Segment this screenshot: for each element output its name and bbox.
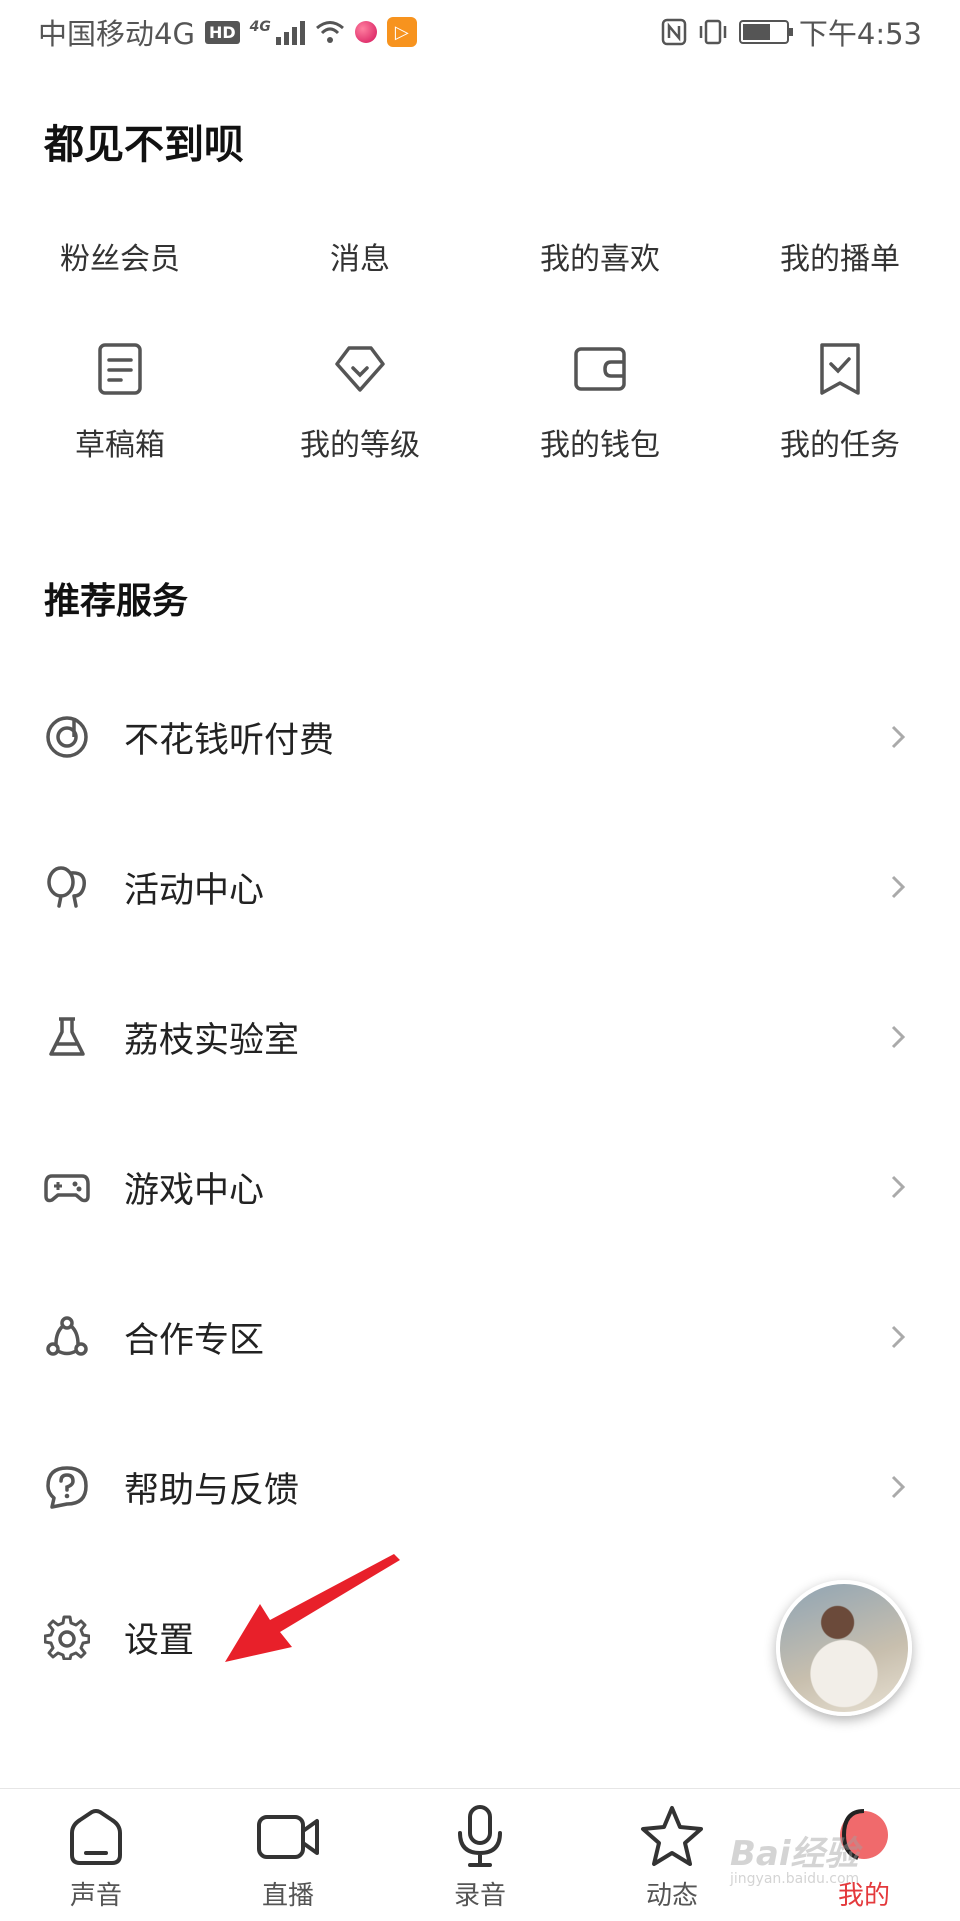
menu-item-free-listen[interactable]: 不花钱听付费 xyxy=(0,662,960,812)
tab-label: 声音 xyxy=(69,1881,122,1911)
menu-item-label: 游戏中心 xyxy=(124,1170,265,1211)
annotation-arrow-icon xyxy=(225,1554,400,1662)
balloon-icon xyxy=(47,866,86,908)
tab-label: 录音 xyxy=(453,1881,506,1911)
app-notification-icon xyxy=(354,21,377,43)
chevron-right-icon xyxy=(891,1025,906,1049)
icon-link-label: 我的等级 xyxy=(300,428,420,463)
level-icon xyxy=(335,346,385,392)
icon-link-label: 我的任务 xyxy=(780,428,900,463)
wallet-icon xyxy=(574,347,626,391)
menu-item-label: 合作专区 xyxy=(124,1320,265,1361)
network-type: 4G xyxy=(249,19,271,35)
gear-icon xyxy=(44,1615,90,1660)
draft-box-icon xyxy=(98,343,142,395)
section-title: 推荐服务 xyxy=(44,581,189,622)
wifi-icon xyxy=(315,21,344,43)
service-menu: 不花钱听付费 活动中心 荔枝实验室 游戏中心 合作专区 帮助与反馈 设置 xyxy=(0,662,960,1712)
icon-link-drafts[interactable]: 草稿箱 xyxy=(0,340,240,480)
nfc-icon xyxy=(661,18,687,46)
profile-name[interactable]: 都见不到呗 xyxy=(44,112,244,170)
menu-item-label: 帮助与反馈 xyxy=(124,1470,300,1511)
star-icon xyxy=(641,1806,703,1866)
watermark-text: Bai经验 xyxy=(730,1834,859,1874)
video-camera-icon xyxy=(257,1815,319,1859)
menu-item-activity-center[interactable]: 活动中心 xyxy=(0,812,960,962)
icon-link-wallet[interactable]: 我的钱包 xyxy=(480,340,720,480)
chevron-right-icon xyxy=(891,875,906,899)
video-app-icon: ▷ xyxy=(386,17,417,47)
quick-links: 粉丝会员 消息 我的喜欢 我的播单 xyxy=(0,230,960,290)
tab-record[interactable]: 录音 xyxy=(384,1789,576,1921)
vibrate-icon xyxy=(699,19,727,45)
hd-badge: HD xyxy=(204,20,240,44)
menu-item-game-center[interactable]: 游戏中心 xyxy=(0,1112,960,1262)
quick-link-my-playlists[interactable]: 我的播单 xyxy=(720,230,960,290)
tab-label: 直播 xyxy=(261,1881,314,1911)
watermark: Bai经验 jingyan.baidu.com xyxy=(730,1826,859,1887)
free-listen-icon xyxy=(46,716,88,758)
quick-link-my-likes[interactable]: 我的喜欢 xyxy=(480,230,720,290)
tab-label: 动态 xyxy=(645,1881,698,1911)
menu-item-label: 设置 xyxy=(124,1620,195,1661)
tab-sound[interactable]: 声音 xyxy=(0,1789,192,1921)
gamepad-icon xyxy=(44,1174,90,1203)
menu-item-cooperation[interactable]: 合作专区 xyxy=(0,1262,960,1412)
menu-item-label: 不花钱听付费 xyxy=(124,720,335,761)
microphone-icon xyxy=(458,1805,502,1867)
menu-item-label: 荔枝实验室 xyxy=(124,1020,300,1061)
battery-icon xyxy=(738,20,793,44)
signal-icon: 4G xyxy=(250,19,305,45)
chevron-right-icon xyxy=(891,1175,906,1199)
status-bar-right: 下午4:53 xyxy=(661,11,922,53)
icon-links: 草稿箱 我的等级 我的钱包 我的任务 xyxy=(0,340,960,480)
cooperation-icon xyxy=(46,1316,88,1356)
status-bar-left: 中国移动4G HD 4G ▷ xyxy=(38,11,417,53)
task-icon xyxy=(820,343,860,395)
menu-item-lab[interactable]: 荔枝实验室 xyxy=(0,962,960,1112)
quick-link-fan-membership[interactable]: 粉丝会员 xyxy=(0,230,240,290)
icon-link-label: 草稿箱 xyxy=(75,428,165,463)
menu-item-help-feedback[interactable]: 帮助与反馈 xyxy=(0,1412,960,1562)
status-bar: 中国移动4G HD 4G ▷ 下午4:53 xyxy=(0,0,960,64)
flask-icon xyxy=(49,1017,85,1056)
chevron-right-icon xyxy=(891,725,906,749)
watermark-sub: jingyan.baidu.com xyxy=(730,1871,860,1887)
help-icon xyxy=(46,1466,88,1509)
carrier-label: 中国移动4G xyxy=(38,17,195,51)
chevron-right-icon xyxy=(891,1475,906,1499)
icon-link-tasks[interactable]: 我的任务 xyxy=(720,340,960,480)
icon-link-label: 我的钱包 xyxy=(540,428,660,463)
floating-player-avatar[interactable] xyxy=(776,1580,912,1716)
clock: 下午4:53 xyxy=(798,17,922,51)
home-icon xyxy=(70,1809,122,1865)
chevron-right-icon xyxy=(891,1325,906,1349)
tab-live[interactable]: 直播 xyxy=(192,1789,384,1921)
menu-item-label: 活动中心 xyxy=(124,870,265,911)
quick-link-messages[interactable]: 消息 xyxy=(240,230,480,290)
icon-link-level[interactable]: 我的等级 xyxy=(240,340,480,480)
